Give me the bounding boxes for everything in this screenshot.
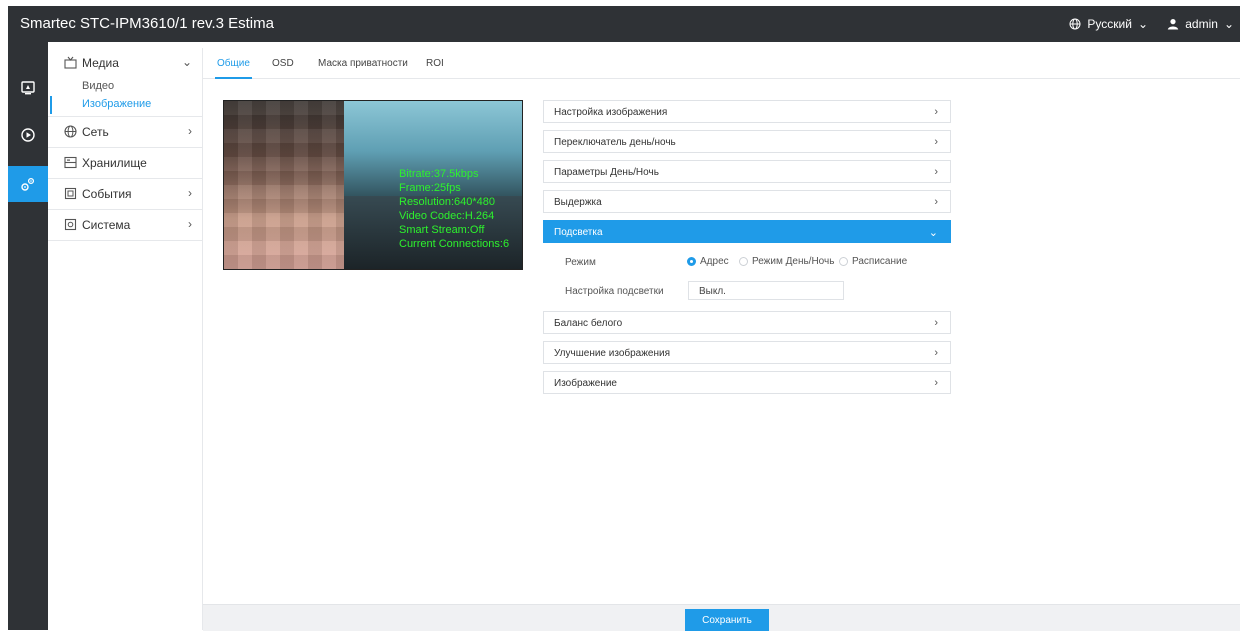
user-icon	[1168, 19, 1179, 30]
language-selector[interactable]: Русский ⌄	[1069, 17, 1148, 31]
nav-media-label: Медиа	[82, 56, 119, 70]
nav-network[interactable]: Сеть ›	[48, 117, 202, 148]
save-button[interactable]: Сохранить	[685, 609, 769, 631]
rail-live-view[interactable]	[8, 70, 48, 106]
system-icon	[64, 218, 77, 231]
nav-video[interactable]: Видео	[48, 78, 202, 96]
user-menu[interactable]: admin ⌄	[1167, 17, 1234, 31]
chevron-right-icon: ›	[934, 317, 938, 329]
acc-label: Баланс белого	[554, 318, 623, 329]
live-view-icon	[21, 81, 35, 95]
mode-radio-address[interactable]: Адрес	[687, 256, 729, 267]
mode-label: Режим	[565, 257, 596, 268]
rail-playback[interactable]	[8, 117, 48, 153]
nav-group-media: Медиа ⌄ Видео Изображение	[48, 48, 202, 117]
chevron-down-icon: ⌄	[1137, 17, 1148, 31]
settings-nav: Медиа ⌄ Видео Изображение Сеть › Хранили…	[48, 48, 203, 630]
acc-image-adjustment[interactable]: Настройка изображения ›	[543, 100, 951, 123]
nav-network-label: Сеть	[82, 125, 109, 139]
nav-events-label: События	[82, 187, 132, 201]
chevron-down-icon: ⌄	[181, 55, 192, 69]
acc-backlight[interactable]: Подсветка ⌄	[543, 220, 951, 243]
video-preview: Bitrate:37.5kbps Frame:25fps Resolution:…	[223, 100, 523, 270]
backlight-setting-label: Настройка подсветки	[565, 286, 664, 297]
storage-icon	[64, 156, 77, 169]
chevron-right-icon: ›	[934, 136, 938, 148]
preview-person	[224, 101, 344, 269]
nav-storage[interactable]: Хранилище	[48, 148, 202, 179]
radio-dot	[687, 257, 696, 266]
left-rail	[8, 42, 48, 630]
chevron-right-icon: ›	[934, 377, 938, 389]
globe-icon	[64, 125, 77, 138]
chevron-right-icon: ›	[188, 186, 192, 200]
mode-radio-schedule[interactable]: Расписание	[839, 256, 907, 267]
tab-osd[interactable]: OSD	[272, 58, 294, 69]
chevron-right-icon: ›	[934, 347, 938, 359]
radio-label: Адрес	[700, 256, 729, 267]
mode-radio-day-night[interactable]: Режим День/Ночь	[739, 256, 834, 267]
events-icon	[64, 187, 77, 200]
user-label: admin	[1185, 17, 1218, 31]
tab-roi[interactable]: ROI	[426, 58, 444, 69]
acc-image[interactable]: Изображение ›	[543, 371, 951, 394]
acc-exposure[interactable]: Выдержка ›	[543, 190, 951, 213]
chevron-right-icon: ›	[934, 166, 938, 178]
device-title: Smartec STC-IPM3610/1 rev.3 Estima	[20, 15, 274, 32]
radio-label: Расписание	[852, 256, 908, 267]
tab-privacy-mask[interactable]: Маска приватности	[318, 58, 408, 69]
acc-white-balance[interactable]: Баланс белого ›	[543, 311, 951, 334]
acc-label: Подсветка	[554, 227, 603, 238]
playback-icon	[21, 128, 35, 142]
radio-dot	[739, 257, 748, 266]
chevron-down-icon: ⌄	[1223, 17, 1234, 31]
nav-media[interactable]: Медиа ⌄	[48, 48, 202, 78]
tab-general[interactable]: Общие	[215, 58, 252, 79]
acc-label: Параметры День/Ночь	[554, 167, 659, 178]
nav-events[interactable]: События ›	[48, 179, 202, 210]
chevron-down-icon: ⌄	[699, 284, 708, 295]
backlight-select[interactable]: Выкл. ⌄	[688, 281, 844, 300]
acc-image-enhancement[interactable]: Улучшение изображения ›	[543, 341, 951, 364]
chevron-right-icon: ›	[934, 106, 938, 118]
language-label: Русский	[1087, 17, 1132, 31]
tab-bar: Общие OSD Маска приватности ROI	[203, 48, 1240, 79]
acc-label: Выдержка	[554, 197, 602, 208]
nav-storage-label: Хранилище	[82, 156, 147, 170]
acc-label: Изображение	[554, 378, 617, 389]
acc-label: Настройка изображения	[554, 107, 668, 118]
acc-day-night-params[interactable]: Параметры День/Ночь ›	[543, 160, 951, 183]
bottom-action-bar: Сохранить	[203, 604, 1240, 631]
rail-settings[interactable]	[8, 166, 48, 202]
acc-day-night-switch[interactable]: Переключатель день/ночь ›	[543, 130, 951, 153]
globe-icon	[1069, 18, 1081, 30]
top-bar: Smartec STC-IPM3610/1 rev.3 Estima Русск…	[8, 6, 1240, 42]
nav-image-label: Изображение	[82, 98, 152, 110]
chevron-right-icon: ›	[188, 124, 192, 138]
chevron-right-icon: ›	[188, 217, 192, 231]
stream-info-overlay: Bitrate:37.5kbps Frame:25fps Resolution:…	[399, 168, 510, 250]
acc-label: Переключатель день/ночь	[554, 137, 676, 148]
chevron-right-icon: ›	[934, 196, 938, 208]
radio-label: Режим День/Ночь	[752, 256, 835, 267]
nav-image[interactable]: Изображение	[48, 96, 202, 114]
settings-gears-icon	[21, 177, 35, 191]
chevron-down-icon: ⌄	[928, 227, 938, 239]
nav-system[interactable]: Система ›	[48, 210, 202, 241]
content-area: Общие OSD Маска приватности ROI Bitrate:…	[203, 48, 1240, 630]
media-icon	[64, 56, 77, 69]
nav-system-label: Система	[82, 218, 131, 232]
radio-dot	[839, 257, 848, 266]
nav-video-label: Видео	[82, 80, 115, 92]
acc-label: Улучшение изображения	[554, 348, 671, 359]
